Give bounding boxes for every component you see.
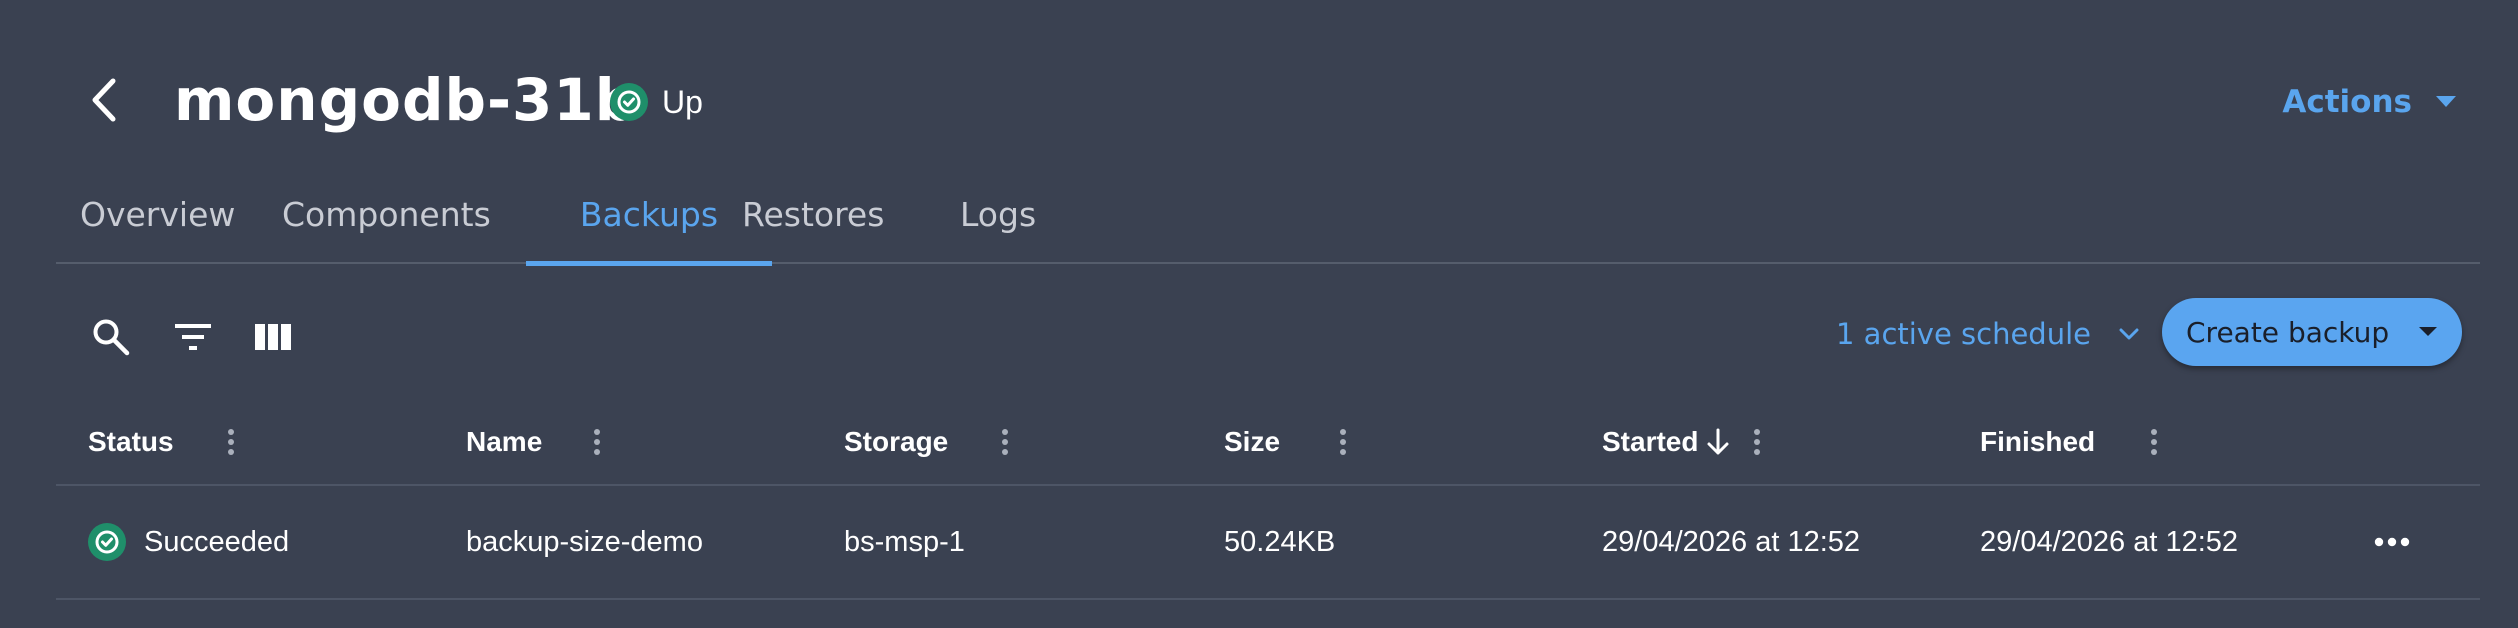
tab-bar: Overview Components Backups Restores Log… <box>56 180 2480 266</box>
chevron-left-icon <box>92 78 116 122</box>
name-cell: backup-size-demo <box>466 525 703 558</box>
column-header-status[interactable]: Status <box>88 400 246 484</box>
tab-overview[interactable]: Overview <box>80 180 235 264</box>
column-label: Started <box>1602 426 1699 457</box>
tab-logs[interactable]: Logs <box>960 180 1036 264</box>
caret-down-icon <box>2419 327 2438 336</box>
actions-label: Actions <box>2282 84 2412 120</box>
column-header-finished[interactable]: Finished <box>1980 400 2169 484</box>
actions-button[interactable]: Actions <box>2282 74 2456 130</box>
columns-icon <box>255 324 291 350</box>
active-schedule-dropdown[interactable]: 1 active schedule <box>1836 306 2139 362</box>
column-header-storage[interactable]: Storage <box>844 400 1020 484</box>
status-text: Succeeded <box>144 525 290 558</box>
search-icon <box>93 319 130 356</box>
check-circle-icon <box>88 523 126 561</box>
table-row[interactable]: Succeeded backup-size-demo bs-msp-1 50.2… <box>56 486 2480 600</box>
column-label: Status <box>88 426 174 457</box>
more-vert-icon <box>227 429 234 455</box>
column-menu-button[interactable] <box>1742 422 1772 462</box>
column-menu-button[interactable] <box>1328 422 1358 462</box>
column-header-started[interactable]: Started <box>1602 400 1772 484</box>
column-menu-button[interactable] <box>2139 422 2169 462</box>
storage-cell: bs-msp-1 <box>844 525 965 558</box>
column-menu-button[interactable] <box>582 422 612 462</box>
caret-down-icon <box>2436 96 2456 107</box>
column-header-name[interactable]: Name <box>466 400 612 484</box>
more-vert-icon <box>594 429 601 455</box>
create-backup-button[interactable]: Create backup <box>2162 298 2462 366</box>
search-button[interactable] <box>86 312 136 362</box>
schedule-label: 1 active schedule <box>1836 317 2091 351</box>
table-header: Status Name Storage Size Started Finishe… <box>56 400 2480 486</box>
more-horiz-icon <box>2374 537 2410 547</box>
more-vert-icon <box>1340 429 1347 455</box>
arrow-down-icon <box>1707 428 1729 455</box>
backups-page: mongodb-31b Up Actions Overview Componen… <box>0 0 2518 628</box>
tab-restores[interactable]: Restores <box>742 180 884 264</box>
status-cell: Succeeded <box>88 486 289 598</box>
status-label: Up <box>662 83 703 120</box>
tab-components[interactable]: Components <box>282 180 491 264</box>
started-cell: 29/04/2026 at 12:52 <box>1602 525 1861 558</box>
column-label: Storage <box>844 426 949 457</box>
columns-button[interactable] <box>248 312 298 362</box>
tab-backups[interactable]: Backups <box>526 180 772 266</box>
row-actions-button[interactable] <box>2362 522 2422 562</box>
column-label: Finished <box>1980 426 2096 457</box>
check-circle-icon <box>610 83 648 121</box>
finished-cell: 29/04/2026 at 12:52 <box>1980 525 2239 558</box>
filter-button[interactable] <box>168 312 218 362</box>
chevron-down-icon <box>2119 328 2139 340</box>
status-badge: Up <box>610 80 703 124</box>
column-label: Size <box>1224 426 1281 457</box>
more-vert-icon <box>2151 429 2158 455</box>
column-header-size[interactable]: Size <box>1224 400 1358 484</box>
column-menu-button[interactable] <box>990 422 1020 462</box>
filter-icon <box>175 324 211 350</box>
column-label: Name <box>466 426 543 457</box>
more-vert-icon <box>1754 429 1761 455</box>
create-backup-label: Create backup <box>2186 315 2390 349</box>
back-button[interactable] <box>78 72 130 128</box>
size-cell: 50.24KB <box>1224 525 1336 558</box>
more-vert-icon <box>1002 429 1009 455</box>
page-title: mongodb-31b <box>174 66 638 134</box>
column-menu-button[interactable] <box>216 422 246 462</box>
